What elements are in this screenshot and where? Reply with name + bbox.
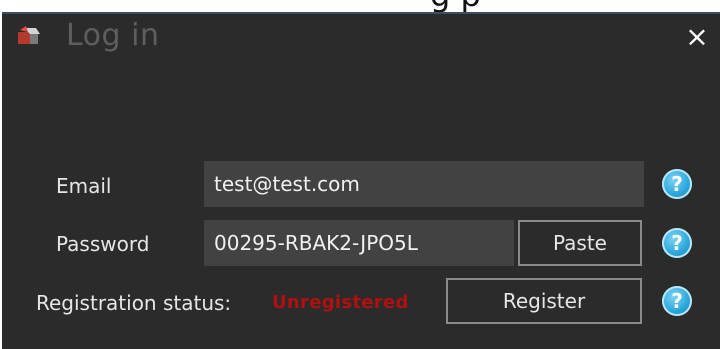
password-help-icon[interactable]: ?	[662, 228, 692, 258]
password-label: Password	[56, 232, 150, 256]
registration-status-value: Unregistered	[272, 292, 409, 313]
registration-help-icon[interactable]: ?	[662, 286, 692, 316]
email-field[interactable]	[204, 161, 644, 207]
paste-button[interactable]: Paste	[518, 220, 642, 266]
login-dialog: Log in × Email ? Password Paste ? Regist…	[2, 12, 720, 349]
password-field[interactable]	[204, 220, 514, 266]
email-label: Email	[56, 174, 112, 198]
registration-status-label: Registration status:	[36, 291, 232, 315]
register-button[interactable]: Register	[446, 278, 642, 324]
email-help-icon[interactable]: ?	[662, 169, 692, 199]
close-icon[interactable]: ×	[682, 22, 712, 52]
dialog-title: Log in	[66, 18, 160, 53]
app-icon	[18, 26, 40, 44]
